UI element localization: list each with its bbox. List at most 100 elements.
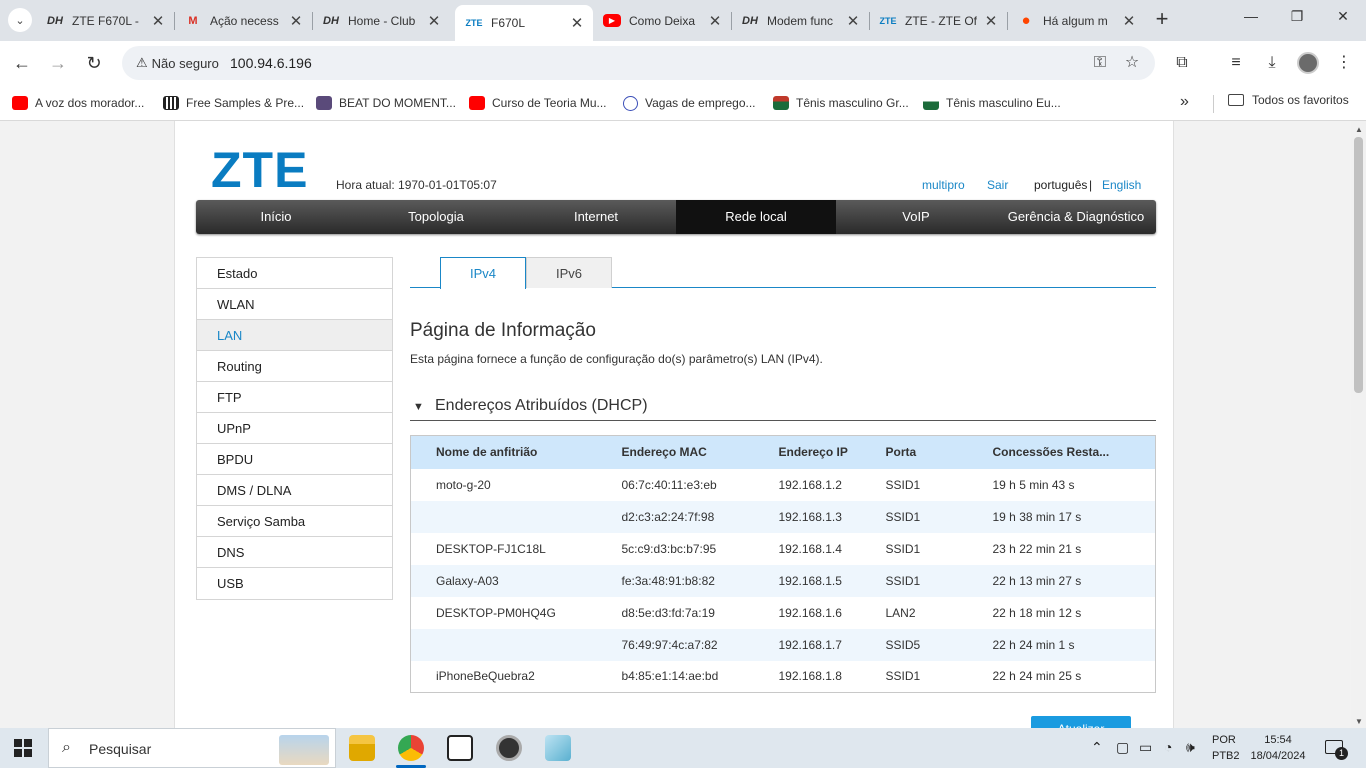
gmail-icon: M [188, 14, 198, 27]
page-description: Esta página fornece a função de configur… [410, 352, 823, 366]
keyboard-language[interactable]: POR PTB2 [1212, 732, 1240, 764]
refresh-button[interactable]: Atualizar [1031, 716, 1131, 728]
file-explorer-icon[interactable] [349, 735, 375, 761]
app-notes-icon[interactable] [545, 735, 571, 761]
nav-voip[interactable]: VoIP [836, 200, 996, 234]
sidebar-item-ftp[interactable]: FTP [197, 382, 392, 413]
dhcp-section-header[interactable]: ▼ Endereços Atribuídos (DHCP) [410, 397, 1156, 421]
app-hexagon-icon[interactable] [447, 735, 473, 761]
browser-tab[interactable]: DH ZTE F670L - ✕ [36, 5, 174, 36]
zte-logo: ZTE [211, 142, 309, 198]
security-chip[interactable]: ⚠ Não seguro [128, 51, 227, 75]
url-text[interactable]: 100.94.6.196 [230, 55, 312, 71]
cell-lease: 22 h 18 min 12 s [992, 605, 1082, 620]
battery-icon[interactable]: ▭ [1139, 739, 1152, 756]
sidebar-item-dns[interactable]: DNS [197, 537, 392, 568]
bookmark-item[interactable]: Vagas de emprego... [623, 93, 756, 113]
sidebar-item-samba[interactable]: Serviço Samba [197, 506, 392, 537]
network-icon[interactable]: ◔ [1164, 739, 1172, 755]
windows-start-icon[interactable] [14, 739, 32, 757]
page-scrollbar[interactable]: ▲ ▼ [1351, 121, 1366, 728]
scroll-up-arrow-icon[interactable]: ▲ [1355, 125, 1363, 134]
close-icon[interactable]: ✕ [1121, 12, 1137, 30]
app-media-icon[interactable] [496, 735, 522, 761]
menu-kebab-icon[interactable]: ⋮ [1332, 51, 1356, 75]
search-placeholder: Pesquisar [89, 741, 152, 757]
sidebar-item-upnp[interactable]: UPnP [197, 413, 392, 444]
bookmark-item[interactable]: BEAT DO MOMENT... [316, 93, 456, 113]
extensions-icon[interactable]: ⧉ [1170, 51, 1194, 75]
close-icon[interactable]: ✕ [150, 12, 166, 30]
browser-tab-active[interactable]: ZTE F670L ✕ [455, 5, 593, 41]
tab-ipv6[interactable]: IPv6 [526, 257, 612, 288]
reload-icon[interactable]: ↻ [82, 51, 106, 75]
browser-tab[interactable]: M Ação necess ✕ [174, 5, 312, 36]
browser-tab[interactable]: ● Há algum m ✕ [1007, 5, 1145, 36]
logout-link[interactable]: Sair [987, 178, 1008, 192]
forward-icon[interactable]: → [46, 51, 70, 75]
collapse-triangle-icon[interactable]: ▼ [413, 401, 424, 413]
tab-ipv4[interactable]: IPv4 [440, 257, 526, 289]
close-icon[interactable]: ✕ [569, 14, 585, 32]
close-icon[interactable]: ✕ [707, 12, 723, 30]
close-icon[interactable]: ✕ [288, 12, 304, 30]
browser-tab[interactable]: DH Home - Club ✕ [312, 5, 450, 36]
browser-tab[interactable]: ▶ Como Deixa ✕ [593, 5, 731, 36]
bookmark-item[interactable]: Curso de Teoria Mu... [469, 93, 607, 113]
browser-tab[interactable]: ZTE ZTE - ZTE Of ✕ [869, 5, 1007, 36]
volume-icon[interactable]: 🕪 [1186, 739, 1195, 756]
layout-code: PTB2 [1212, 750, 1240, 762]
tab-label: Modem func [767, 13, 834, 28]
nav-rede-local[interactable]: Rede local [676, 200, 836, 234]
tab-search-icon[interactable]: ⌄ [8, 8, 32, 32]
nav-internet[interactable]: Internet [516, 200, 676, 234]
browser-tabstrip: ⌄ DH ZTE F670L - ✕ M Ação necess ✕ DH Ho… [0, 0, 1366, 41]
user-link[interactable]: multipro [922, 178, 965, 192]
close-icon[interactable]: ✕ [426, 12, 442, 30]
browser-tab[interactable]: DH Modem func ✕ [731, 5, 869, 36]
sidebar-item-dms-dlna[interactable]: DMS / DLNA [197, 475, 392, 506]
key-icon[interactable]: ⚿ [1090, 53, 1110, 73]
sidebar-item-usb[interactable]: USB [197, 568, 392, 599]
router-page: ZTE Hora atual: 1970-01-01T05:07 multipr… [174, 121, 1174, 728]
lang-portuguese[interactable]: português [1034, 178, 1087, 192]
media-control-icon[interactable]: ≡ [1224, 51, 1248, 75]
sidebar-item-estado[interactable]: Estado [197, 258, 392, 289]
chevron-right-icon[interactable]: » [1180, 93, 1189, 111]
nav-topologia[interactable]: Topologia [356, 200, 516, 234]
close-icon[interactable]: ✕ [845, 12, 861, 30]
profile-avatar[interactable] [1297, 52, 1319, 74]
bookmark-item[interactable]: A voz dos morador... [12, 93, 144, 113]
download-icon[interactable]: ⤓ [1260, 51, 1284, 75]
minimize-button[interactable]: — [1239, 8, 1263, 32]
chrome-icon[interactable] [398, 735, 424, 761]
scroll-down-arrow-icon[interactable]: ▼ [1355, 717, 1363, 726]
youtube-icon [12, 96, 28, 110]
new-tab-button[interactable]: + [1150, 8, 1174, 32]
close-window-button[interactable]: ✕ [1331, 8, 1355, 32]
bookmark-star-icon[interactable]: ☆ [1122, 53, 1142, 73]
close-icon[interactable]: ✕ [983, 12, 999, 30]
system-clock[interactable]: 15:54 18/04/2024 [1248, 732, 1308, 764]
vagas-icon [623, 95, 638, 111]
scroll-thumb[interactable] [1354, 137, 1363, 393]
lang-english-link[interactable]: English [1102, 178, 1141, 192]
back-icon[interactable]: ← [10, 51, 34, 75]
sidebar-item-wlan[interactable]: WLAN [197, 289, 392, 320]
nav-inicio[interactable]: Início [196, 200, 356, 234]
chevron-up-icon[interactable]: ⌃ [1091, 739, 1103, 756]
sidebar-item-bpdu[interactable]: BPDU [197, 444, 392, 475]
bookmark-item[interactable]: Tênis masculino Eu... [923, 93, 1061, 113]
address-bar[interactable]: ⚠ Não seguro 100.94.6.196 ⚿ ☆ [122, 46, 1155, 80]
cell-port: SSID1 [885, 541, 921, 556]
meet-icon[interactable]: ▢ [1116, 739, 1129, 756]
bookmark-item[interactable]: Tênis masculino Gr... [773, 93, 909, 113]
sidebar-item-routing[interactable]: Routing [197, 351, 392, 382]
search-icon: ⌕ [62, 739, 71, 756]
bookmark-item[interactable]: Free Samples & Pre... [163, 93, 304, 113]
all-bookmarks-button[interactable]: Todos os favoritos [1228, 93, 1349, 107]
restore-button[interactable]: ❐ [1285, 8, 1309, 32]
taskbar-search[interactable]: ⌕ Pesquisar [48, 728, 336, 768]
sidebar-item-lan[interactable]: LAN [197, 320, 392, 351]
nav-gerencia[interactable]: Gerência & Diagnóstico [996, 200, 1156, 234]
